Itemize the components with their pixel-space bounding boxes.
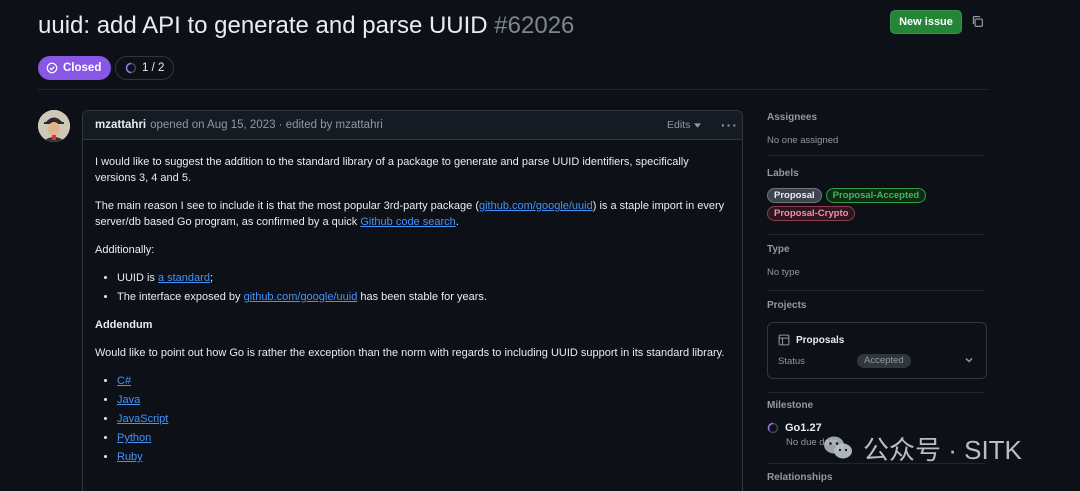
relationships-heading: Relationships (767, 472, 833, 483)
text: ; (209, 272, 213, 284)
sidebar-divider (767, 155, 985, 156)
type-value: No type (767, 267, 800, 278)
author-avatar[interactable] (38, 110, 70, 142)
list-item: C# (117, 373, 730, 389)
list-item: Python (117, 430, 730, 446)
label-chip-proposal[interactable]: Proposal (767, 188, 822, 203)
comment-body: I would like to suggest the addition to … (83, 140, 742, 491)
watermark-text: 公众号 · SITK (863, 434, 1022, 465)
milestone-name: Go1.27 (785, 422, 822, 434)
sidebar-relationships[interactable]: Relationships (767, 472, 985, 483)
sidebar-labels[interactable]: Labels Proposal Proposal-Accepted Propos… (767, 168, 985, 221)
milestone-progress-icon (767, 422, 779, 434)
link-language[interactable]: Java (117, 394, 140, 406)
chevron-down-icon[interactable] (964, 355, 974, 365)
list-item: JavaScript (117, 411, 730, 427)
type-heading: Type (767, 244, 790, 255)
sidebar-divider (767, 234, 985, 235)
subissues-progress-badge[interactable]: 1 / 2 (115, 56, 175, 80)
language-list: C# Java JavaScript Python Ruby (95, 373, 730, 465)
issue-title: uuid: add API to generate and parse UUID… (38, 12, 574, 40)
text: has been stable for years. (357, 291, 487, 303)
paragraph: Additionally: (95, 244, 155, 256)
watermark: 公众号 · SITK (823, 428, 1022, 468)
bullet-list: UUID is a standard; The interface expose… (95, 270, 730, 305)
caret-down-icon (694, 122, 702, 128)
assignees-heading: Assignees (767, 112, 818, 123)
project-name: Proposals (796, 334, 845, 346)
table-icon (778, 334, 790, 346)
text: The interface exposed by (117, 291, 244, 303)
paragraph: Would like to point out how Go is rather… (95, 347, 725, 359)
new-issue-button[interactable]: New issue (890, 10, 962, 34)
comment-author[interactable]: mzattahri (95, 119, 146, 131)
sidebar-type[interactable]: Type No type (767, 244, 985, 278)
addendum-heading: Addendum (95, 319, 153, 331)
link-language[interactable]: JavaScript (117, 413, 168, 425)
edits-label: Edits (667, 119, 691, 131)
sidebar-divider (767, 290, 985, 291)
kebab-menu-icon[interactable]: ··· (721, 117, 738, 133)
list-item: Ruby (117, 449, 730, 465)
milestone-heading: Milestone (767, 400, 814, 411)
projects-heading: Projects (767, 300, 807, 311)
closed-check-icon (46, 62, 58, 74)
labels-heading: Labels (767, 168, 799, 179)
text: . (455, 216, 459, 228)
progress-circle-icon (125, 62, 137, 74)
edits-dropdown[interactable]: Edits (667, 119, 702, 131)
project-title[interactable]: Proposals (778, 334, 844, 346)
text: UUID is (117, 272, 158, 284)
issue-number: #62026 (494, 12, 575, 39)
comment-header: mzattahri opened on Aug 15, 2023 · edite… (83, 111, 742, 140)
link-language[interactable]: Python (117, 432, 151, 444)
sidebar-assignees[interactable]: Assignees No one assigned (767, 112, 985, 146)
issue-title-text: uuid: add API to generate and parse UUID (38, 12, 488, 39)
label-chip-proposal-crypto[interactable]: Proposal-Crypto (767, 206, 856, 221)
wechat-logo (824, 436, 852, 459)
link-code-search[interactable]: Github code search (360, 216, 455, 228)
project-status-label: Status (778, 356, 805, 367)
list-item: UUID is a standard; (117, 270, 730, 286)
avatar-image (38, 110, 70, 142)
sidebar-projects: Projects Proposals Status Accepted (767, 300, 987, 379)
paragraph: The main reason I see to include it is t… (95, 198, 730, 230)
assignees-value: No one assigned (767, 135, 839, 146)
project-card[interactable]: Proposals Status Accepted (767, 322, 987, 379)
list-item: The interface exposed by github.com/goog… (117, 289, 730, 305)
link-language[interactable]: C# (117, 375, 131, 387)
list-item: Java (117, 392, 730, 408)
sidebar-divider (767, 392, 985, 393)
paragraph: I would like to suggest the addition to … (95, 156, 689, 184)
subissues-count: 1 / 2 (142, 62, 165, 74)
header-divider (38, 89, 989, 90)
label-list: Proposal Proposal-Accepted Proposal-Cryp… (767, 188, 967, 221)
comment-meta: opened on Aug 15, 2023 · edited by mzatt… (150, 119, 383, 131)
link-standard[interactable]: a standard (158, 272, 210, 284)
label-chip-proposal-accepted[interactable]: Proposal-Accepted (825, 188, 927, 203)
link-language[interactable]: Ruby (117, 451, 143, 463)
text: The main reason I see to include it is t… (95, 200, 479, 212)
link-google-uuid[interactable]: github.com/google/uuid (479, 200, 593, 212)
project-status-value[interactable]: Accepted (857, 354, 911, 368)
link-google-uuid[interactable]: github.com/google/uuid (244, 291, 358, 303)
issue-state-label: Closed (63, 62, 102, 74)
issue-comment: mzattahri opened on Aug 15, 2023 · edite… (82, 110, 743, 491)
copy-icon[interactable] (971, 15, 984, 28)
issue-state-badge: Closed (38, 56, 112, 80)
